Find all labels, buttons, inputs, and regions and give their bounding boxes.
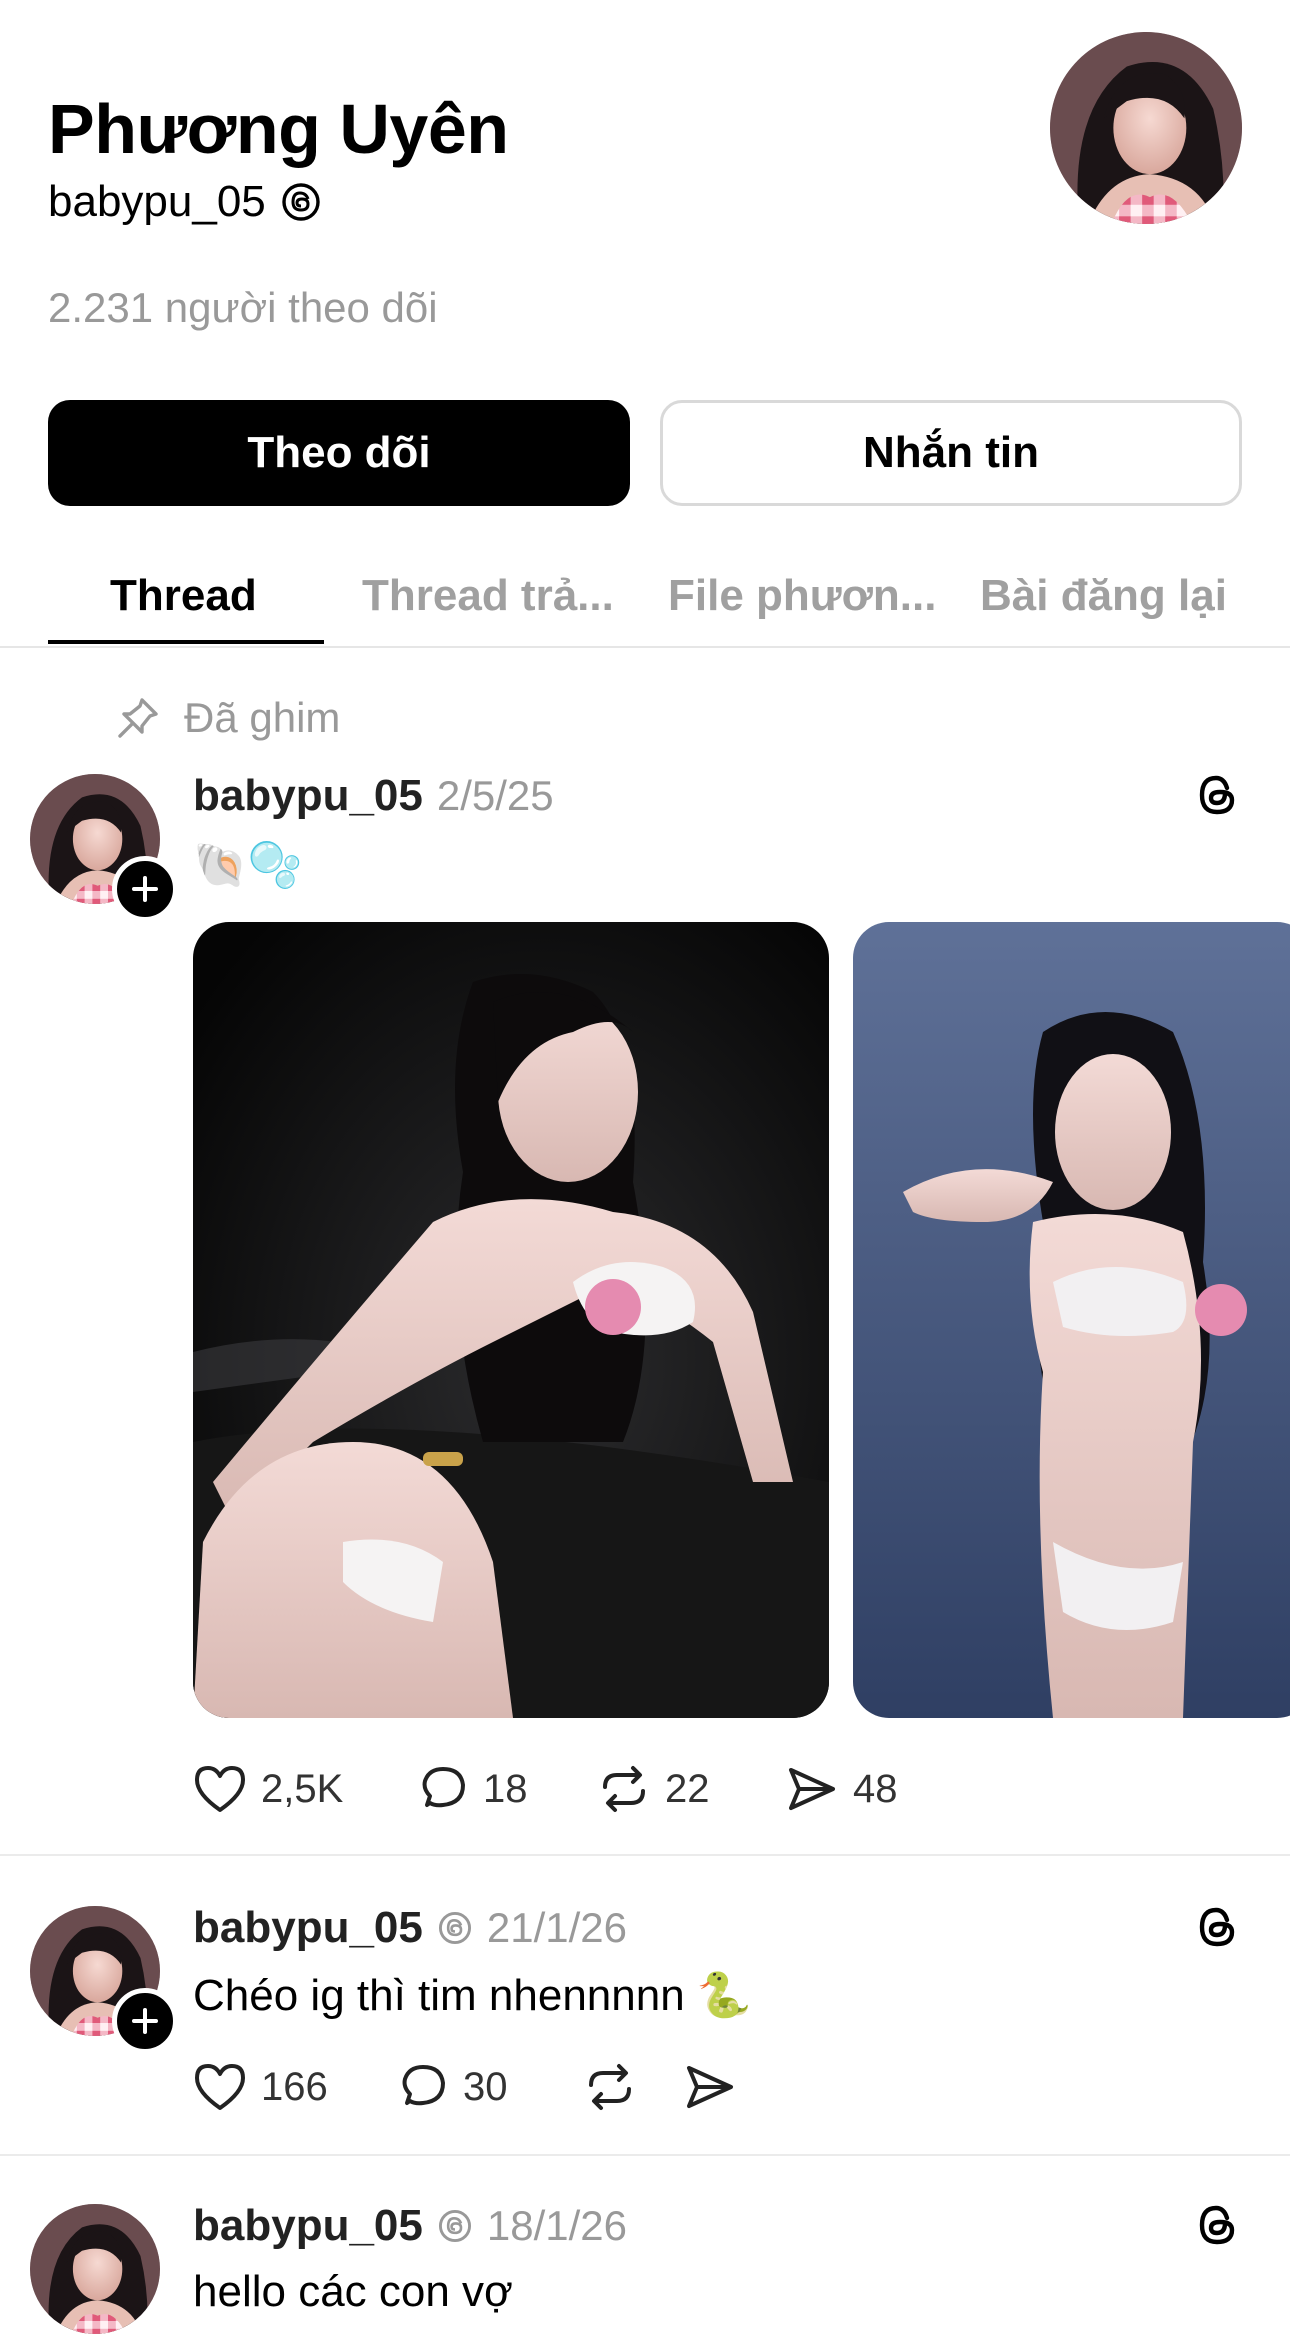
post-text: 🐚🫧 [193, 841, 303, 890]
threads-badge-icon [438, 2209, 471, 2243]
like-button[interactable]: 2,5K [193, 1764, 417, 1814]
plus-icon [132, 2008, 158, 2034]
post-text: Chéo ig thì tim nhennnnn 🐍 [193, 1971, 752, 2020]
post-username[interactable]: babypu_05 [193, 2201, 423, 2251]
pin-icon [118, 698, 158, 738]
repost-button[interactable]: 22 [597, 1763, 785, 1815]
comment-icon [402, 2065, 445, 2106]
reply-button[interactable]: 18 [417, 1763, 597, 1815]
pinned-label: Đã ghim [184, 694, 341, 741]
active-tab-indicator [48, 640, 324, 644]
repost-button[interactable] [583, 2061, 683, 2113]
post-actions: 2,5K 18 22 48 [193, 1754, 898, 1824]
repost-icon [603, 1766, 645, 1812]
message-button[interactable]: Nhắn tin [660, 400, 1242, 506]
beach-night-photo [193, 922, 829, 1718]
heart-icon [195, 2064, 245, 2110]
follow-plus-badge[interactable] [112, 1988, 178, 2054]
threads-logo-icon[interactable] [1192, 1902, 1242, 1952]
comment-icon [422, 1767, 465, 1808]
post-text: hello các con vợ [193, 2267, 513, 2316]
post-divider [0, 2154, 1290, 2156]
threads-badge-icon [438, 1911, 471, 1945]
followers-count[interactable]: 2.231 người theo dõi [48, 278, 438, 338]
send-icon [687, 2066, 733, 2108]
post-date: 2/5/25 [436, 772, 554, 819]
post-header: babypu_05 21/1/26 [193, 1898, 627, 1958]
post-avatar[interactable] [30, 2204, 160, 2334]
post-actions: 166 30 [193, 2052, 737, 2122]
share-count: 48 [853, 1766, 898, 1811]
like-button[interactable]: 166 [193, 2062, 397, 2112]
post-date: 21/1/26 [486, 1904, 628, 1951]
post-username[interactable]: babypu_05 [193, 1903, 423, 1953]
post-username[interactable]: babypu_05 [193, 771, 423, 821]
profile-tabs: Thread Thread trả... File phươn... Bài đ… [0, 552, 1290, 648]
share-button[interactable] [683, 2062, 737, 2112]
reply-count: 18 [483, 1766, 528, 1811]
tab-thread[interactable]: Thread [110, 552, 257, 640]
profile-avatar[interactable] [1050, 32, 1242, 224]
tab-reposts[interactable]: Bài đăng lại [980, 552, 1227, 640]
like-count: 2,5K [261, 1766, 344, 1811]
reply-button[interactable]: 30 [397, 2061, 583, 2113]
share-button[interactable]: 48 [785, 1764, 898, 1814]
profile-handle-row: babypu_05 [48, 172, 322, 232]
post-media-image-2[interactable] [853, 922, 1290, 1718]
follow-button[interactable]: Theo dõi [48, 400, 630, 506]
beach-dusk-photo [853, 922, 1290, 1718]
follow-plus-badge[interactable] [112, 856, 178, 922]
like-count: 166 [261, 2064, 328, 2109]
post-media-image-1[interactable] [193, 922, 829, 1718]
heart-icon [195, 1766, 245, 1812]
reply-count: 30 [463, 2064, 508, 2109]
post-header: babypu_05 18/1/26 [193, 2196, 627, 2256]
pinned-row: Đã ghim [114, 688, 340, 748]
post-header: babypu_05 2/5/25 [193, 766, 554, 826]
threads-logo-icon[interactable] [1192, 2200, 1242, 2250]
threads-logo-icon[interactable] [1192, 770, 1242, 820]
post-date: 18/1/26 [486, 2202, 628, 2249]
profile-handle: babypu_05 [48, 177, 266, 226]
send-icon [789, 1768, 835, 1810]
repost-count: 22 [665, 1766, 710, 1811]
repost-icon [589, 2064, 631, 2110]
threads-badge-icon[interactable] [280, 181, 322, 223]
tab-media[interactable]: File phươn... [668, 552, 936, 640]
profile-avatar-image [1050, 32, 1242, 224]
profile-display-name: Phương Uyên [48, 90, 509, 168]
plus-icon [132, 876, 158, 902]
tab-thread-replies[interactable]: Thread trả... [362, 552, 614, 640]
post-avatar-image [30, 2204, 160, 2334]
post-divider [0, 1854, 1290, 1856]
